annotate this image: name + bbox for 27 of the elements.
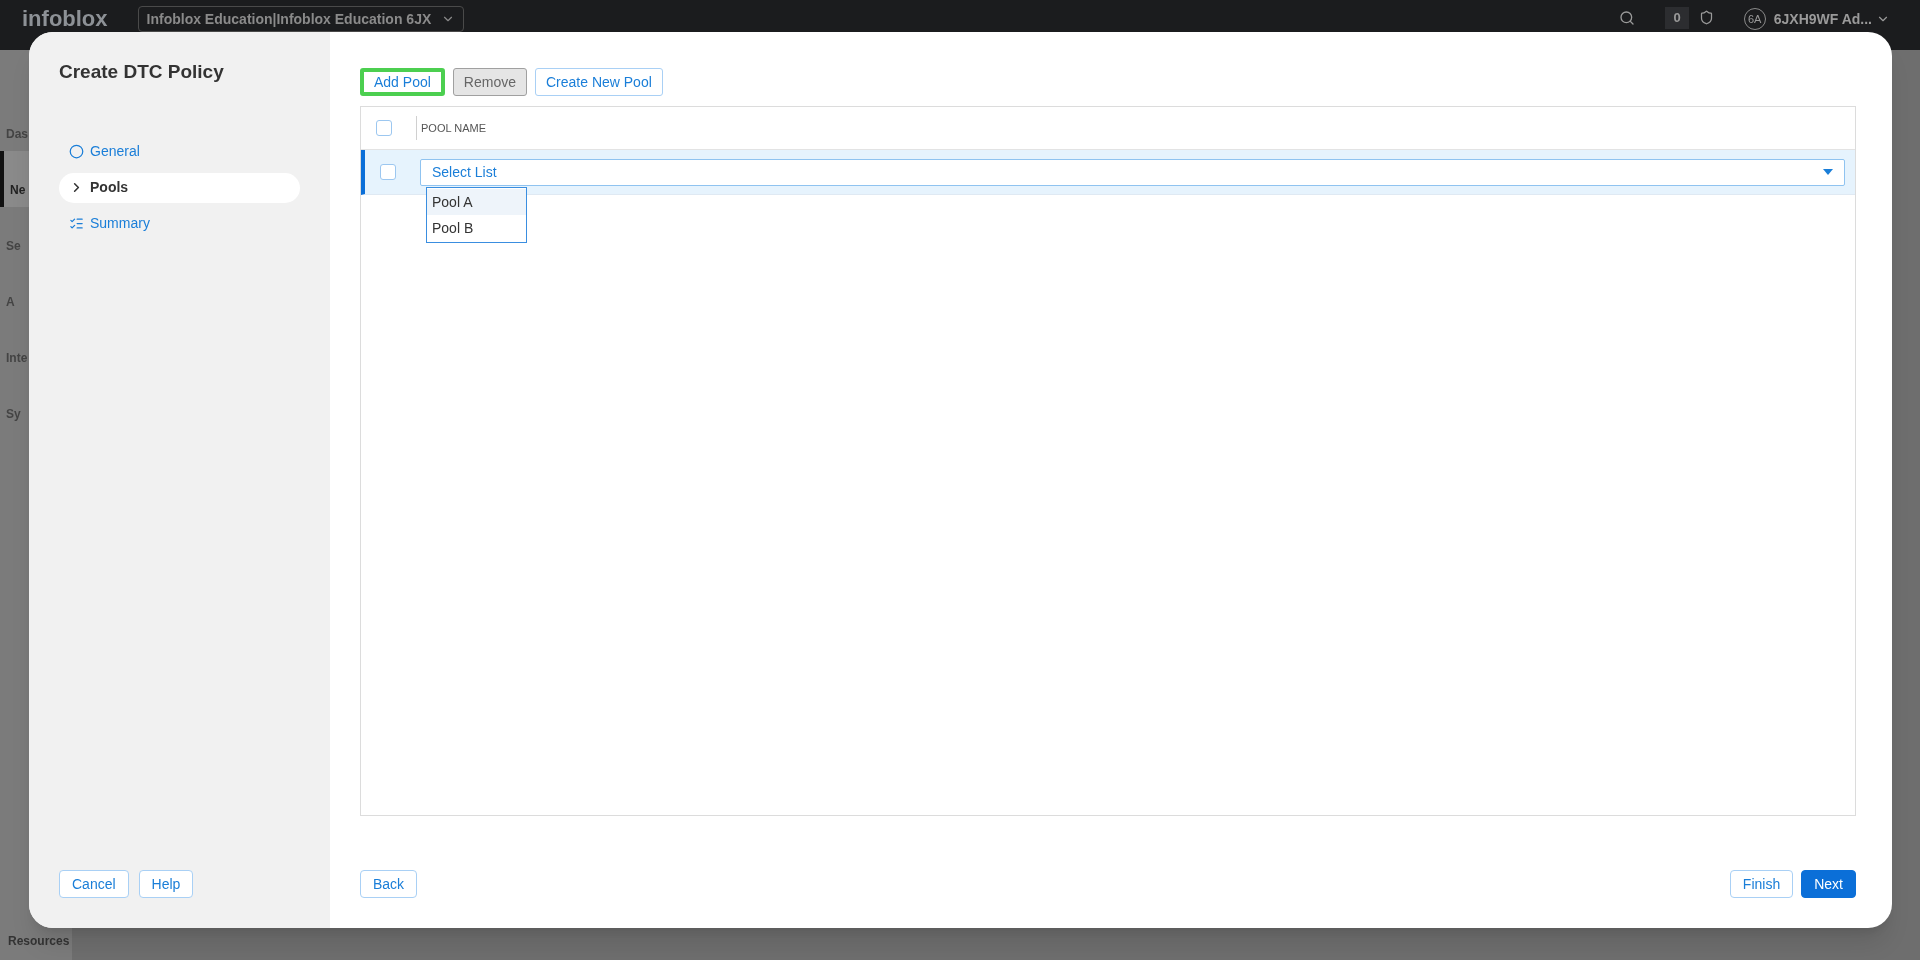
pool-select[interactable]: Select List — [420, 158, 1845, 186]
caret-icon — [1823, 169, 1833, 175]
logo[interactable]: infoblox — [22, 8, 108, 30]
footer-button[interactable]: Next — [1801, 870, 1856, 898]
wizard-step[interactable]: Pools — [59, 172, 300, 203]
column-header: POOL NAME — [416, 116, 486, 140]
back-button[interactable]: Back — [360, 870, 418, 898]
checklist-icon — [69, 216, 84, 231]
table-row[interactable]: Select List — [361, 150, 1855, 195]
nav-item[interactable]: Resources — [0, 932, 72, 960]
checkbox[interactable] — [380, 164, 396, 180]
search-icon[interactable] — [1619, 10, 1636, 26]
toolbar-button[interactable]: Create New Pool — [534, 68, 663, 96]
footer-button[interactable]: Finish — [1729, 870, 1794, 898]
dialog-title: Create DTC Policy — [59, 60, 225, 84]
circle-icon — [69, 144, 84, 159]
user-menu[interactable]: 6JXH9WF Ad... — [1773, 8, 1890, 30]
dropdown-option[interactable]: Pool A — [427, 189, 526, 215]
wizard-step[interactable]: General — [59, 136, 300, 167]
checkbox[interactable] — [376, 120, 392, 136]
toolbar-button[interactable]: Add Pool — [360, 68, 445, 96]
footer-button[interactable]: Help — [138, 870, 194, 898]
wizard-step[interactable]: Summary — [59, 208, 300, 239]
account-selector[interactable]: Infoblox Education|Infoblox Education 6JX — [137, 6, 465, 32]
counter[interactable]: 0 — [1665, 7, 1689, 29]
footer-button[interactable]: Cancel — [59, 870, 129, 898]
shield-icon[interactable] — [1698, 10, 1714, 25]
